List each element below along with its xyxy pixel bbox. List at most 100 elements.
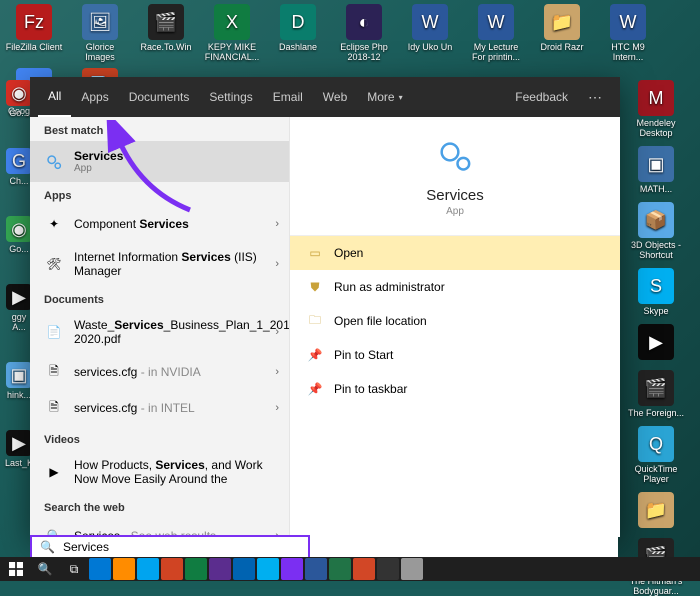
feedback-link[interactable]: Feedback bbox=[505, 77, 578, 117]
result-title: Services bbox=[74, 149, 123, 163]
desktop-icon[interactable]: FzFileZilla Client bbox=[4, 4, 64, 62]
action-pin-taskbar[interactable]: 📌 Pin to taskbar bbox=[290, 372, 620, 406]
taskbar-app-button[interactable] bbox=[89, 558, 111, 580]
folder-icon: 🗀 bbox=[308, 314, 322, 328]
taskbar-app-button[interactable] bbox=[233, 558, 255, 580]
desktop-icon[interactable]: WMy Lecture For printin... bbox=[466, 4, 526, 62]
search-bar[interactable]: 🔍 Services bbox=[32, 537, 618, 557]
search-taskbar-icon[interactable]: 🔍 bbox=[31, 558, 59, 580]
action-open-location[interactable]: 🗀 Open file location bbox=[290, 304, 620, 338]
result-cfg-intel[interactable]: 🗎 services.cfg - in INTEL › bbox=[30, 390, 289, 426]
taskbar-app-button[interactable] bbox=[137, 558, 159, 580]
desktop-icon[interactable]: DDashlane bbox=[268, 4, 328, 62]
desktop-icon[interactable]: 🖼Glorice Images bbox=[70, 4, 130, 62]
taskbar-app-button[interactable] bbox=[113, 558, 135, 580]
taskbar-app-button[interactable] bbox=[185, 558, 207, 580]
desktop-icon[interactable]: ▶ bbox=[626, 324, 686, 362]
action-run-admin[interactable]: ⛊ Run as administrator bbox=[290, 270, 620, 304]
search-web-header: Search the web bbox=[30, 494, 289, 518]
desktop-icon[interactable]: 🎬The Foreign... bbox=[626, 370, 686, 418]
result-label: Services - See web results bbox=[74, 529, 275, 537]
app-icon: ▣ bbox=[6, 362, 32, 388]
app-icon: 📦 bbox=[638, 202, 674, 238]
video-icon: ▶ bbox=[44, 462, 64, 482]
pin-icon: 📌 bbox=[308, 382, 322, 396]
results-list: Best match Services App Apps ✦ Component… bbox=[30, 117, 290, 537]
taskbar: 🔍 ⧉ bbox=[0, 557, 700, 581]
action-label: Run as administrator bbox=[334, 280, 445, 294]
desktop-icon[interactable]: 📁 bbox=[626, 492, 686, 530]
result-label: How Products, Services, and Work Now Mov… bbox=[74, 458, 275, 486]
icon-label: HTC M9 Intern... bbox=[598, 42, 658, 62]
icon-label: Last_K bbox=[5, 458, 33, 468]
icon-label: FileZilla Client bbox=[6, 42, 63, 52]
tab-apps[interactable]: Apps bbox=[71, 77, 118, 117]
taskbar-app-button[interactable] bbox=[377, 558, 399, 580]
result-cfg-nvidia[interactable]: 🗎 services.cfg - in NVIDIA › bbox=[30, 354, 289, 390]
taskbar-app-button[interactable] bbox=[305, 558, 327, 580]
result-web-search[interactable]: 🔍 Services - See web results › bbox=[30, 518, 289, 537]
desktop-icon[interactable]: ◐Eclipse Php 2018-12 bbox=[334, 4, 394, 62]
taskbar-app-button[interactable] bbox=[401, 558, 423, 580]
icon-label: QuickTime Player bbox=[626, 464, 686, 484]
icon-label: Mendeley Desktop bbox=[626, 118, 686, 138]
app-icon: ◉ bbox=[6, 216, 32, 242]
desktop-icon[interactable]: ▣MATH... bbox=[626, 146, 686, 194]
result-iis-manager[interactable]: 🛠 Internet Information Services (IIS) Ma… bbox=[30, 242, 289, 286]
taskbar-app-button[interactable] bbox=[257, 558, 279, 580]
more-options-icon[interactable]: ⋯ bbox=[578, 89, 612, 106]
result-waste-pdf[interactable]: 📄 Waste_Services_Business_Plan_1_2015-20… bbox=[30, 310, 289, 354]
tab-settings[interactable]: Settings bbox=[199, 77, 262, 117]
action-label: Open file location bbox=[334, 314, 427, 328]
app-icon: ▶ bbox=[638, 324, 674, 360]
search-input[interactable]: Services bbox=[63, 540, 109, 554]
documents-header: Documents bbox=[30, 286, 289, 310]
action-pin-start[interactable]: 📌 Pin to Start bbox=[290, 338, 620, 372]
result-label: Waste_Services_Business_Plan_1_2015-2020… bbox=[74, 318, 290, 346]
search-icon: 🔍 bbox=[44, 526, 64, 537]
task-view-icon[interactable]: ⧉ bbox=[60, 558, 88, 580]
app-icon: M bbox=[638, 80, 674, 116]
app-icon: W bbox=[412, 4, 448, 40]
taskbar-app-button[interactable] bbox=[329, 558, 351, 580]
app-icon: ▶ bbox=[6, 430, 32, 456]
tab-documents[interactable]: Documents bbox=[119, 77, 200, 117]
result-subtitle: App bbox=[74, 163, 275, 174]
app-icon: ◐ bbox=[346, 4, 382, 40]
icon-label: hink... bbox=[7, 390, 31, 400]
tab-all[interactable]: All bbox=[38, 77, 71, 117]
taskbar-apps-area bbox=[89, 558, 698, 580]
desktop-icon[interactable]: 📁Droid Razr bbox=[532, 4, 592, 62]
file-icon: 🗎 bbox=[44, 362, 64, 382]
tab-more[interactable]: More bbox=[357, 77, 412, 117]
desktop-icon[interactable]: SSkype bbox=[626, 268, 686, 316]
action-label: Open bbox=[334, 246, 363, 260]
app-icon: G bbox=[6, 148, 32, 174]
action-open[interactable]: ▭ Open bbox=[290, 236, 620, 270]
result-label: Internet Information Services (IIS) Mana… bbox=[74, 250, 275, 278]
desktop-icon[interactable]: 📦3D Objects - Shortcut bbox=[626, 202, 686, 260]
desktop-icon[interactable]: WIdy Uko Un bbox=[400, 4, 460, 62]
desktop-icon[interactable]: XKEPY MIKE FINANCIAL... bbox=[202, 4, 262, 62]
taskbar-app-button[interactable] bbox=[161, 558, 183, 580]
result-services-app[interactable]: Services App bbox=[30, 141, 289, 182]
search-tabs: All Apps Documents Settings Email Web Mo… bbox=[30, 77, 620, 117]
tab-web[interactable]: Web bbox=[313, 77, 357, 117]
result-video[interactable]: ▶ How Products, Services, and Work Now M… bbox=[30, 450, 289, 494]
desktop-icon[interactable]: 🎬Race.To.Win bbox=[136, 4, 196, 62]
taskbar-app-button[interactable] bbox=[209, 558, 231, 580]
tab-email[interactable]: Email bbox=[263, 77, 313, 117]
icon-label: Go... bbox=[9, 244, 29, 254]
result-component-services[interactable]: ✦ Component Services › bbox=[30, 206, 289, 242]
icon-label: Eclipse Php 2018-12 bbox=[334, 42, 394, 62]
desktop-icon[interactable]: WHTC M9 Intern... bbox=[598, 4, 658, 62]
pin-icon: 📌 bbox=[308, 348, 322, 362]
icon-label: My Lecture For printin... bbox=[466, 42, 526, 62]
desktop-icon[interactable]: QQuickTime Player bbox=[626, 426, 686, 484]
start-button[interactable] bbox=[2, 558, 30, 580]
taskbar-app-button[interactable] bbox=[281, 558, 303, 580]
chevron-right-icon: › bbox=[275, 366, 279, 378]
desktop-icon[interactable]: MMendeley Desktop bbox=[626, 80, 686, 138]
iis-icon: 🛠 bbox=[44, 254, 64, 274]
taskbar-app-button[interactable] bbox=[353, 558, 375, 580]
